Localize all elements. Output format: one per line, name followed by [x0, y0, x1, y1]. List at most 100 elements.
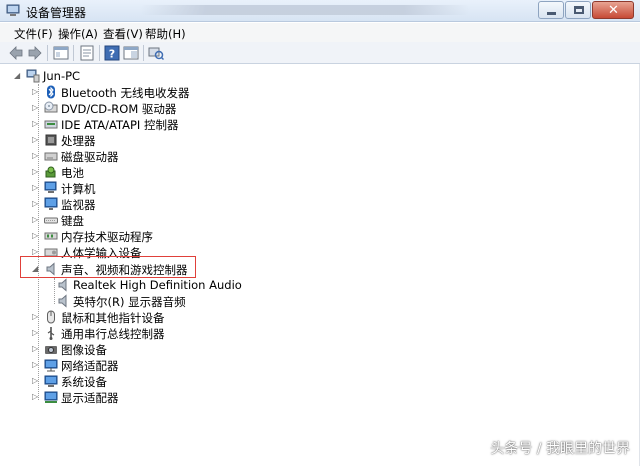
- expand-arrow-icon[interactable]: ▷: [32, 312, 41, 322]
- tree-item-label: 处理器: [61, 134, 96, 148]
- expand-arrow-icon[interactable]: ▷: [32, 392, 41, 402]
- tree-item-label: 图像设备: [61, 343, 107, 357]
- processor-icon: [45, 134, 57, 146]
- tree-item-label: 显示适配器: [61, 391, 119, 405]
- expand-arrow-icon[interactable]: ▷: [32, 360, 41, 370]
- expand-arrow-icon[interactable]: ▷: [32, 199, 41, 209]
- tree-child-item[interactable]: 英特尔(R) 显示器音频: [44, 293, 344, 309]
- tree-category-item[interactable]: ▷ 内存技术驱动程序: [28, 228, 328, 244]
- tree-category-item[interactable]: ▷ 系统设备: [28, 373, 328, 389]
- expand-arrow-icon[interactable]: ▷: [32, 231, 41, 241]
- tree-category-item[interactable]: ▷ 监视器: [28, 196, 328, 212]
- tree-item-label: 电池: [61, 166, 84, 180]
- expand-arrow-icon[interactable]: ▷: [32, 151, 41, 161]
- tree-category-item[interactable]: ▷ IDE ATA/ATAPI 控制器: [28, 116, 328, 132]
- window-title: 设备管理器: [26, 6, 87, 20]
- tree-item-label: Bluetooth 无线电收发器: [61, 86, 190, 100]
- expand-arrow-icon[interactable]: ▷: [32, 167, 41, 177]
- tree-category-item[interactable]: ▷ DVD/CD-ROM 驱动器: [28, 100, 328, 116]
- menu-bar: 文件(F) 操作(A) 查看(V) 帮助(H): [0, 23, 640, 42]
- battery-icon: [45, 166, 56, 178]
- expand-arrow-icon[interactable]: ▷: [32, 87, 41, 97]
- scan-hardware-icon[interactable]: [148, 45, 164, 61]
- minimize-icon: [547, 12, 556, 15]
- toolbar-separator: [143, 45, 144, 61]
- svg-text:?: ?: [109, 48, 115, 61]
- ide-controller-icon: [44, 120, 58, 129]
- collapse-arrow-icon[interactable]: ◢: [14, 71, 23, 81]
- tree-category-item[interactable]: ▷ 处理器: [28, 132, 328, 148]
- highlight-annotation: [20, 256, 196, 278]
- tree-category-item[interactable]: ▷ 键盘: [28, 212, 328, 228]
- toolbar-separator: [73, 45, 74, 61]
- close-icon: ✕: [608, 3, 619, 18]
- tree-root[interactable]: ◢ Jun-PC: [14, 68, 134, 84]
- camera-icon: [45, 346, 57, 354]
- tree-item-label: 英特尔(R) 显示器音频: [73, 295, 186, 309]
- tree-item-label: 鼠标和其他指针设备: [61, 311, 165, 325]
- tree-category-item[interactable]: ▷ 通用串行总线控制器: [28, 325, 328, 341]
- watermark: 头条号 / 我眼里的世界: [490, 441, 630, 457]
- computer-icon: [44, 181, 57, 193]
- menu-action[interactable]: 操作(A): [58, 26, 98, 42]
- expand-arrow-icon[interactable]: ▷: [32, 344, 41, 354]
- mouse-icon: [47, 310, 55, 324]
- usb-icon: [47, 327, 55, 340]
- tree-category-item[interactable]: ▷ 磁盘驱动器: [28, 148, 328, 164]
- tree-item-label: DVD/CD-ROM 驱动器: [61, 102, 177, 116]
- expand-arrow-icon[interactable]: ▷: [32, 328, 41, 338]
- tree-item-label: 网络适配器: [61, 359, 119, 373]
- view-pane-icon[interactable]: [123, 45, 139, 61]
- expand-arrow-icon[interactable]: ▷: [32, 376, 41, 386]
- network-adapter-icon: [44, 359, 58, 372]
- minimize-button[interactable]: [538, 1, 564, 19]
- tree-category-item[interactable]: ▷ 显示适配器: [28, 389, 328, 405]
- expand-arrow-icon[interactable]: ▷: [32, 183, 41, 193]
- console-tree-icon[interactable]: [53, 45, 69, 61]
- properties-sheet-icon[interactable]: [79, 45, 95, 61]
- tree-item-label: Realtek High Definition Audio: [73, 278, 242, 292]
- expand-arrow-icon[interactable]: ▷: [32, 119, 41, 129]
- maximize-button[interactable]: [565, 1, 591, 19]
- tree-root-label: Jun-PC: [43, 69, 81, 83]
- tree-category-item[interactable]: ▷ 鼠标和其他指针设备: [28, 309, 328, 325]
- monitor-icon: [44, 197, 58, 210]
- help-icon[interactable]: ?: [104, 45, 120, 61]
- tree-category-item[interactable]: ▷ 图像设备: [28, 341, 328, 357]
- tree-item-label: 监视器: [61, 198, 96, 212]
- close-button[interactable]: ✕: [592, 1, 634, 19]
- tree-category-item[interactable]: ▷ 计算机: [28, 180, 328, 196]
- tree-item-label: 系统设备: [61, 375, 107, 389]
- system-device-icon: [44, 375, 58, 387]
- menu-file[interactable]: 文件(F): [14, 26, 53, 42]
- bluetooth-icon: [47, 85, 55, 99]
- dvd-drive-icon: [44, 101, 58, 113]
- menu-view[interactable]: 查看(V): [103, 26, 143, 42]
- back-arrow-icon[interactable]: [8, 45, 24, 61]
- tree-category-item[interactable]: ▷ Bluetooth 无线电收发器: [28, 84, 328, 100]
- forward-arrow-icon[interactable]: [27, 45, 43, 61]
- toolbar-separator: [99, 45, 100, 61]
- memory-icon: [44, 232, 58, 240]
- tree-category-item[interactable]: ▷ 网络适配器: [28, 357, 328, 373]
- computer-icon: [26, 69, 40, 83]
- tree-item-label: 通用串行总线控制器: [61, 327, 165, 341]
- keyboard-icon: [44, 217, 58, 224]
- speaker-icon: [58, 294, 67, 308]
- tree-item-label: 计算机: [61, 182, 96, 196]
- expand-arrow-icon[interactable]: ▷: [32, 215, 41, 225]
- title-bar: 设备管理器 ✕: [0, 0, 640, 22]
- maximize-icon: [574, 6, 584, 14]
- tree-item-label: IDE ATA/ATAPI 控制器: [61, 118, 179, 132]
- tree-child-item[interactable]: Realtek High Definition Audio: [44, 277, 344, 293]
- toolbar-separator: [47, 45, 48, 61]
- expand-arrow-icon[interactable]: ▷: [32, 135, 41, 145]
- tree-item-label: 键盘: [61, 214, 84, 228]
- menu-help[interactable]: 帮助(H): [145, 26, 186, 42]
- tree-item-label: 磁盘驱动器: [61, 150, 119, 164]
- display-adapter-icon: [44, 391, 58, 403]
- disk-drive-icon: [44, 152, 58, 161]
- tree-category-item[interactable]: ▷ 电池: [28, 164, 328, 180]
- expand-arrow-icon[interactable]: ▷: [32, 103, 41, 113]
- device-manager-icon: [6, 4, 20, 16]
